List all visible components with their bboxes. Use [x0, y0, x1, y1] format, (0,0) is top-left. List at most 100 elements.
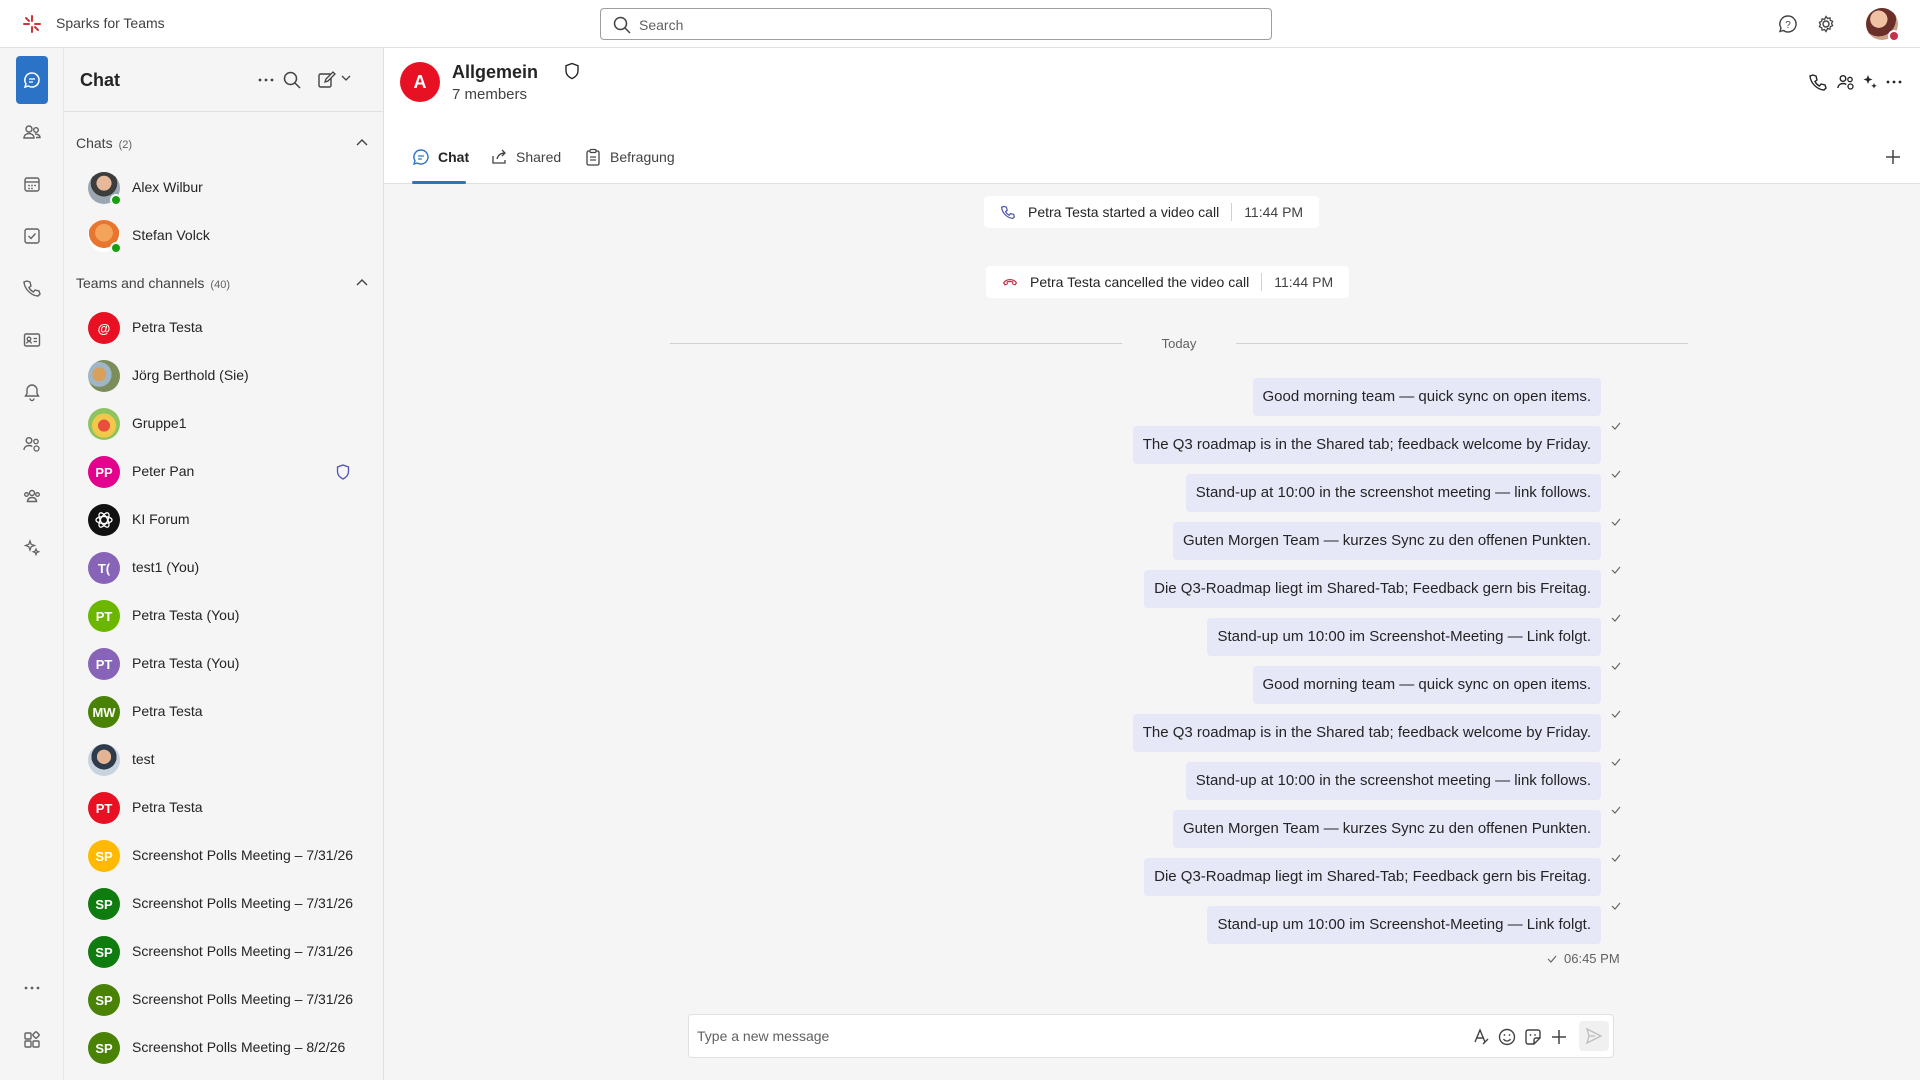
- avatar-initials: SP: [95, 944, 113, 960]
- calls-icon: [22, 278, 42, 298]
- team-item[interactable]: T( test1 (You): [64, 544, 382, 592]
- avatar-initials: MW: [92, 704, 116, 720]
- channel-title[interactable]: Allgemein: [452, 62, 538, 83]
- people-settings-icon[interactable]: [1836, 72, 1856, 92]
- team-item[interactable]: MW Petra Testa: [64, 688, 382, 736]
- rail-item-communities[interactable]: [16, 480, 48, 512]
- team-item[interactable]: Jörg Berthold (Sie): [64, 352, 382, 400]
- rail-item-copilot[interactable]: [16, 532, 48, 564]
- emoji-icon[interactable]: [1497, 1027, 1517, 1047]
- team-item-label: Gruppe1: [132, 415, 187, 431]
- search-input[interactable]: Search: [600, 8, 1272, 40]
- team-item[interactable]: PT Petra Testa (You): [64, 640, 382, 688]
- app-rail: [0, 48, 64, 1080]
- send-button[interactable]: [1579, 1021, 1609, 1051]
- message-bubble[interactable]: Good morning team — quick sync on open i…: [1252, 378, 1601, 416]
- plus-icon[interactable]: [1549, 1027, 1569, 1047]
- team-item[interactable]: @ Petra Testa: [64, 304, 382, 352]
- format-icon[interactable]: [1471, 1027, 1491, 1047]
- channel-avatar: A: [400, 62, 440, 102]
- copilot-icon[interactable]: [1860, 72, 1880, 92]
- add-tab-icon[interactable]: [1884, 148, 1902, 166]
- avatar: [88, 744, 120, 776]
- team-item[interactable]: PT Petra Testa (You): [64, 592, 382, 640]
- chevron-up-icon[interactable]: [355, 136, 369, 150]
- channel-header: A Allgemein 7 members Chat Shared Befrag…: [384, 48, 1920, 184]
- gear-icon[interactable]: [1816, 14, 1836, 34]
- system-message-text: Petra Testa started a video call: [1028, 204, 1220, 220]
- call-icon[interactable]: [1808, 72, 1828, 92]
- avatar: MW: [88, 696, 120, 728]
- presence-available-icon: [110, 194, 122, 206]
- message-composer[interactable]: Type a new message: [688, 1014, 1614, 1058]
- team-item[interactable]: PT Petra Testa: [64, 784, 382, 832]
- avatar: [88, 408, 120, 440]
- team-item[interactable]: SP Screenshot Polls Meeting – 7/31/26: [64, 976, 382, 1024]
- share-icon: [490, 148, 508, 166]
- rail-item-contacts[interactable]: [16, 324, 48, 356]
- message-bubble[interactable]: Stand-up um 10:00 im Screenshot-Meeting …: [1207, 906, 1601, 944]
- tab-label: Chat: [438, 149, 470, 165]
- rail-item-people[interactable]: [16, 428, 48, 460]
- tab-label: Shared: [516, 149, 562, 165]
- search-icon[interactable]: [282, 70, 302, 90]
- rail-item-more[interactable]: [16, 972, 48, 1004]
- more-options-icon[interactable]: [256, 70, 276, 90]
- rail-item-tasks[interactable]: [16, 220, 48, 252]
- sticker-icon[interactable]: [1523, 1027, 1543, 1047]
- team-item[interactable]: test: [64, 736, 382, 784]
- message-bubble[interactable]: The Q3 roadmap is in the Shared tab; fee…: [1132, 714, 1601, 752]
- message-bubble[interactable]: Good morning team — quick sync on open i…: [1252, 666, 1601, 704]
- team-item[interactable]: SP Screenshot Polls Meeting – 8/2/26: [64, 1024, 382, 1072]
- avatar: PT: [88, 792, 120, 824]
- message-bubble[interactable]: Stand-up um 10:00 im Screenshot-Meeting …: [1207, 618, 1601, 656]
- team-item[interactable]: SP Screenshot Polls Meeting – 7/31/26: [64, 880, 382, 928]
- tab-shared[interactable]: Shared: [490, 140, 570, 184]
- check-icon: [1610, 852, 1622, 864]
- avatar: [88, 360, 120, 392]
- team-item-label: Petra Testa (You): [132, 655, 240, 671]
- message-bubble[interactable]: Guten Morgen Team — kurzes Sync zu den o…: [1172, 522, 1601, 560]
- presence-busy-icon: [1888, 30, 1900, 42]
- avatar: SP: [88, 936, 120, 968]
- chat-item[interactable]: Stefan Volck: [64, 212, 382, 260]
- chat-item[interactable]: Alex Wilbur: [64, 164, 382, 212]
- avatar: [88, 504, 120, 536]
- team-item-label: test: [132, 751, 155, 767]
- message-bubble[interactable]: Stand-up at 10:00 in the screenshot meet…: [1185, 762, 1601, 800]
- rail-item-calls[interactable]: [16, 272, 48, 304]
- tab-chat[interactable]: Chat: [412, 140, 470, 184]
- message-bubble[interactable]: Stand-up at 10:00 in the screenshot meet…: [1185, 474, 1601, 512]
- rail-item-teams[interactable]: [16, 116, 48, 148]
- team-item-label: Screenshot Polls Meeting – 7/31/26: [132, 895, 354, 911]
- section-label: Chats: [76, 135, 113, 151]
- message-bubble[interactable]: The Q3 roadmap is in the Shared tab; fee…: [1132, 426, 1601, 464]
- avatar[interactable]: [1866, 8, 1900, 42]
- team-item[interactable]: SP Screenshot Polls Meeting – 7/31/26: [64, 832, 382, 880]
- more-options-icon[interactable]: [1884, 72, 1904, 92]
- tab-befragung[interactable]: Befragung: [584, 140, 684, 184]
- team-item[interactable]: SP Screenshot Polls Meeting – 7/31/26: [64, 928, 382, 976]
- message-bubble[interactable]: Die Q3-Roadmap liegt im Shared-Tab; Feed…: [1144, 570, 1601, 608]
- chevron-up-icon[interactable]: [355, 276, 369, 290]
- teams-section-header[interactable]: Teams and channels (40): [76, 275, 230, 291]
- team-item[interactable]: KI Forum: [64, 496, 382, 544]
- timestamp: 06:45 PM: [1564, 951, 1620, 966]
- rail-item-chat[interactable]: [16, 56, 48, 104]
- message-bubble[interactable]: Guten Morgen Team — kurzes Sync zu den o…: [1172, 810, 1601, 848]
- message-bubble[interactable]: Die Q3-Roadmap liegt im Shared-Tab; Feed…: [1144, 858, 1601, 896]
- team-item-label: Screenshot Polls Meeting – 7/31/26: [132, 991, 354, 1007]
- chats-section-header[interactable]: Chats (2): [76, 135, 132, 151]
- chevron-down-icon[interactable]: [340, 72, 352, 84]
- member-count[interactable]: 7 members: [452, 86, 527, 103]
- new-chat-icon[interactable]: [316, 70, 336, 90]
- chat-list-header: Chat: [64, 48, 384, 112]
- help-icon[interactable]: ?: [1778, 14, 1798, 34]
- rail-item-apps[interactable]: [16, 1024, 48, 1056]
- rail-item-activity[interactable]: [16, 376, 48, 408]
- rail-item-calendar[interactable]: [16, 168, 48, 200]
- team-item[interactable]: PP Peter Pan: [64, 448, 382, 496]
- avatar-initials: PT: [95, 656, 113, 672]
- section-count: (40): [210, 279, 230, 291]
- team-item[interactable]: Gruppe1: [64, 400, 382, 448]
